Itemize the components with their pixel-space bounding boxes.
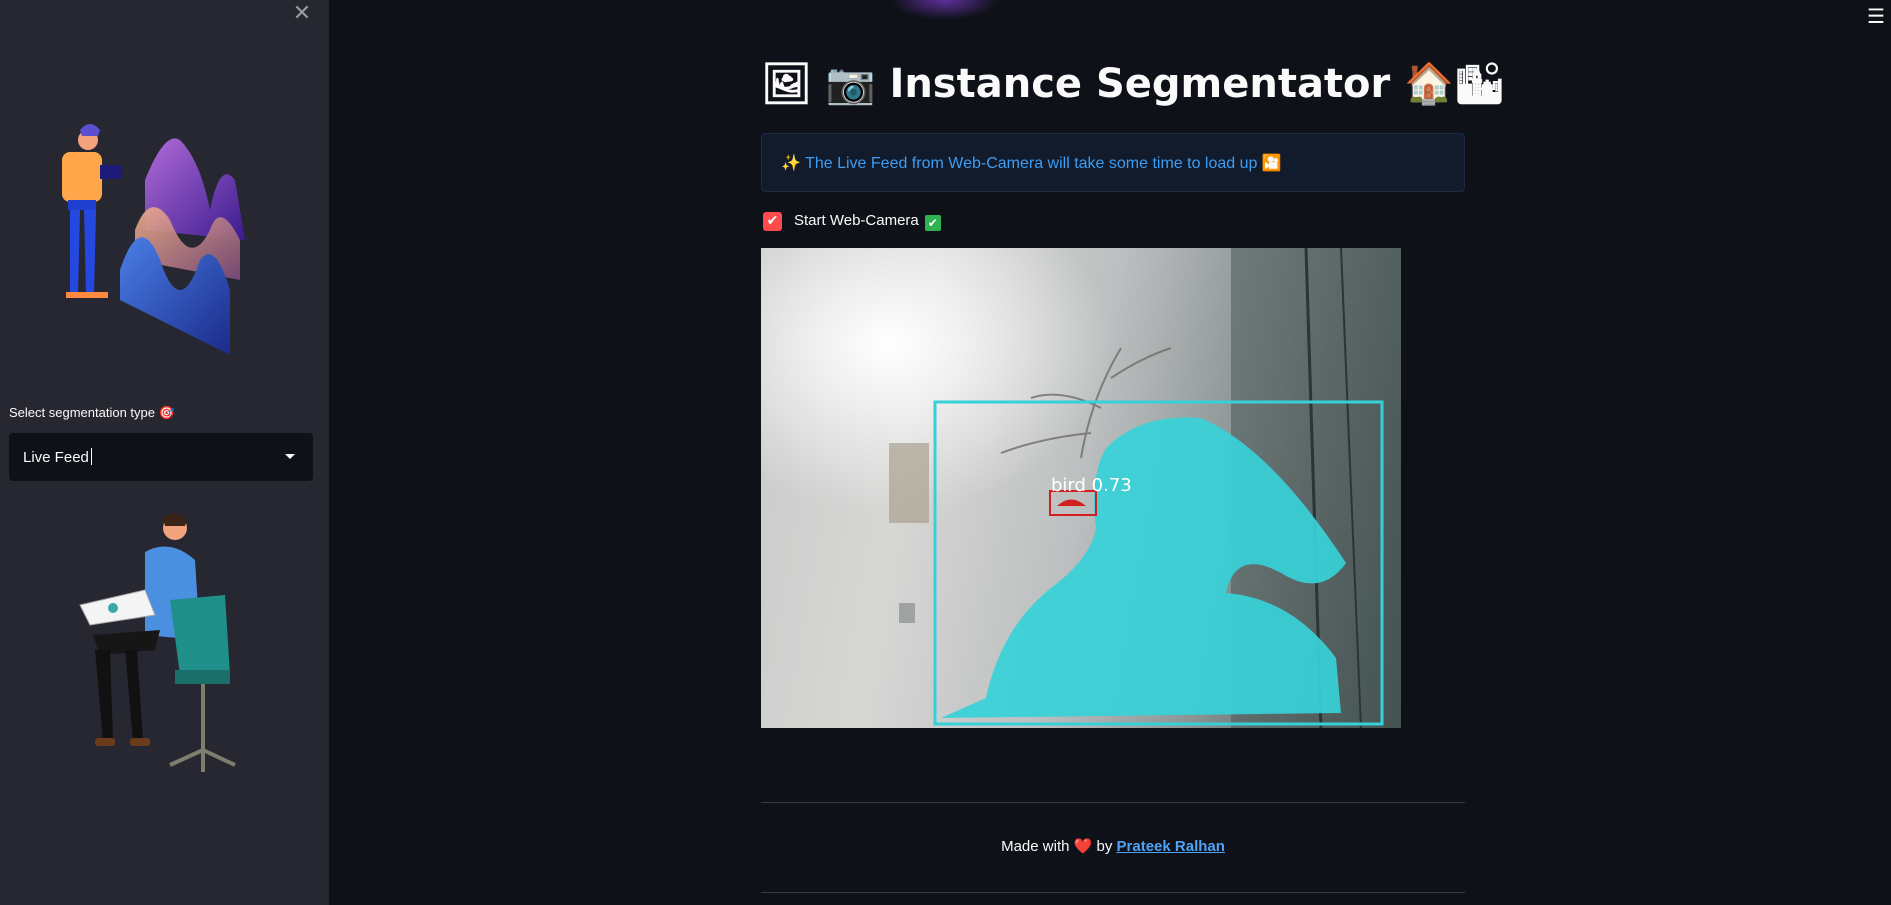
footer-made-with: Made with xyxy=(1001,838,1070,855)
check-mark-icon: ✔ xyxy=(924,214,941,231)
footer-divider-top xyxy=(761,802,1465,803)
author-link[interactable]: Prateek Ralhan xyxy=(1117,838,1225,855)
close-sidebar-icon[interactable]: ✕ xyxy=(290,2,314,26)
footer: Made with ❤️ by Prateek Ralhan xyxy=(761,837,1465,855)
select-value: Live Feed xyxy=(23,448,92,466)
checkbox-checked-icon[interactable]: ✔ xyxy=(763,211,782,231)
main-content: 🖼 📷 Instance Segmentator 🏠🏙 ✨ The Live F… xyxy=(761,0,1505,905)
segmentation-type-select[interactable]: Live Feed xyxy=(9,433,313,481)
page-title: 🖼 📷 Instance Segmentator 🏠🏙 xyxy=(761,61,1505,107)
detection-label: bird 0.73 xyxy=(1051,475,1132,496)
checkbox-label: Start Web-Camera ✔ xyxy=(794,212,941,231)
webcam-feed: bird 0.73 xyxy=(761,248,1401,728)
webcam-frame: bird 0.73 xyxy=(761,248,1401,728)
select-value-text: Live Feed xyxy=(23,449,89,466)
footer-by: by xyxy=(1096,838,1113,855)
data-analyst-illustration xyxy=(62,124,245,355)
text-caret xyxy=(90,448,92,465)
checkbox-label-text: Start Web-Camera xyxy=(794,211,919,229)
footer-divider-bottom xyxy=(761,892,1465,893)
select-label: Select segmentation type 🎯 xyxy=(9,405,175,420)
sidebar: ✕ Select segmentation type 🎯 Live Feed xyxy=(0,0,329,905)
thinking-person-illustration xyxy=(79,513,236,772)
menu-icon[interactable]: ☰ xyxy=(1867,4,1885,28)
start-webcam-checkbox[interactable]: ✔ Start Web-Camera ✔ xyxy=(763,210,941,232)
info-alert: ✨ The Live Feed from Web-Camera will tak… xyxy=(761,133,1465,192)
chevron-down-icon xyxy=(285,454,295,459)
info-message: ✨ The Live Feed from Web-Camera will tak… xyxy=(781,155,1282,172)
heart-icon: ❤️ xyxy=(1073,838,1093,855)
